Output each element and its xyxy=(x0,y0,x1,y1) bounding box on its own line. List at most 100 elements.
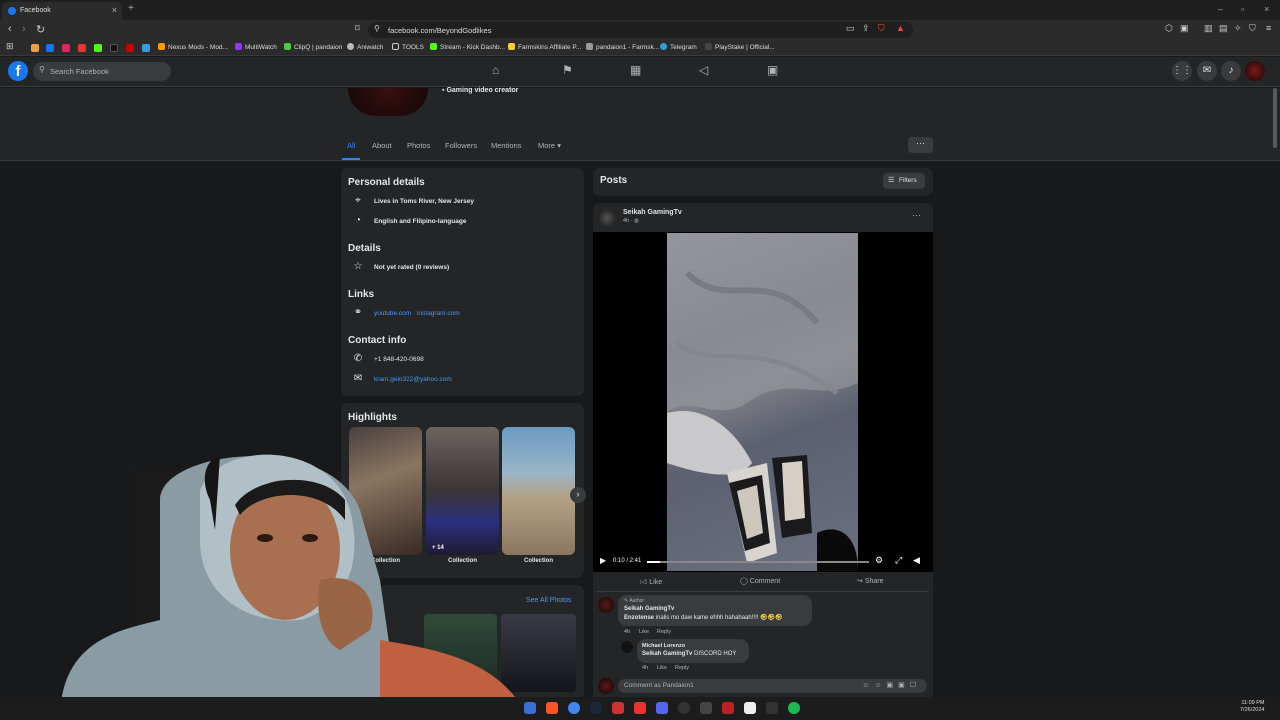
see-all-photos-link[interactable]: See All Photos xyxy=(526,597,572,604)
extensions-icon[interactable]: ⬡ xyxy=(1165,23,1173,34)
steam-icon[interactable] xyxy=(590,702,602,714)
bookmark-icon-3[interactable] xyxy=(62,44,70,52)
search-input[interactable]: ⚲ Search Facebook xyxy=(33,62,171,81)
post-author-name[interactable]: Seikah GamingTv xyxy=(623,209,682,216)
profile-options-button[interactable]: ··· xyxy=(908,137,933,153)
maximize-icon[interactable]: ▫ xyxy=(1241,4,1244,14)
comment-input[interactable]: Comment as Pandaion1 ☺☺▣▣☐ xyxy=(618,679,927,693)
bookmark-icon-7[interactable] xyxy=(126,44,134,52)
discord-icon[interactable] xyxy=(656,702,668,714)
vpn-icon[interactable]: ⛉ xyxy=(1249,23,1256,34)
highlight-thumbnail-1[interactable] xyxy=(349,427,422,555)
highlights-next-button[interactable]: › xyxy=(570,487,586,503)
bookmark-icon[interactable]: ⌑ xyxy=(355,23,360,34)
account-avatar[interactable] xyxy=(1245,61,1265,81)
comment-reply-link[interactable]: Reply xyxy=(657,629,671,635)
like-button[interactable]: 👍︎ Like xyxy=(640,577,662,586)
menu-icon[interactable]: ≡ xyxy=(1266,23,1271,33)
leo-icon[interactable]: ✧ xyxy=(1234,23,1242,34)
taskbar-app-icon-12[interactable] xyxy=(766,702,778,714)
volume-icon[interactable]: ◀ xyxy=(913,555,920,566)
bookmark-playstake[interactable]: PlayStake | Official... xyxy=(705,43,775,51)
bookmark-farmskins-affiliate[interactable]: Farmskins Affiliate P... xyxy=(508,43,581,51)
home-icon[interactable]: ⌂ xyxy=(492,63,499,77)
comment-like-link[interactable]: Like xyxy=(639,629,649,635)
marketplace-icon[interactable]: ▦ xyxy=(630,63,641,77)
close-tab-icon[interactable]: × xyxy=(112,5,117,15)
minimize-icon[interactable]: – xyxy=(1218,4,1223,14)
watch-video-icon[interactable]: ▣ xyxy=(767,63,778,77)
ads-megaphone-icon[interactable]: ◁ xyxy=(699,63,708,77)
links-value[interactable]: youtube.com · instagram.com xyxy=(374,310,460,317)
comment-button[interactable]: ◯ Comment xyxy=(740,577,780,585)
play-icon[interactable]: ▶ xyxy=(600,556,606,565)
photo-thumbnail-2[interactable] xyxy=(501,614,576,692)
highlight-thumbnail-2[interactable]: + 14 xyxy=(426,427,499,555)
bookmark-nexus-mods[interactable]: Nexus Mods - Mod... xyxy=(158,43,228,51)
bookmark-multiwatch[interactable]: MultiWatch xyxy=(235,43,277,51)
tabs-icon[interactable]: ▤ xyxy=(1219,23,1228,34)
bookmark-tools-folder[interactable]: TOOLS xyxy=(392,43,424,51)
kick-icon[interactable] xyxy=(94,44,102,52)
notifications-bell-icon[interactable]: ♪ xyxy=(1221,61,1241,81)
video-frame[interactable] xyxy=(667,233,858,571)
cast-icon[interactable]: ▭ xyxy=(846,23,855,34)
pages-flag-icon[interactable]: ⚑ xyxy=(562,63,573,77)
forward-icon[interactable]: › xyxy=(22,23,26,35)
post-options-icon[interactable]: ··· xyxy=(912,210,921,220)
facebook-bookmark-icon[interactable] xyxy=(46,44,54,52)
tab-mentions[interactable]: Mentions xyxy=(491,141,521,150)
page-scrollbar[interactable] xyxy=(1273,88,1277,148)
apps-grid-icon[interactable]: ⊞ xyxy=(6,41,14,52)
taskbar-app-icon-9[interactable] xyxy=(700,702,712,714)
reply-reply-link[interactable]: Reply xyxy=(675,665,689,671)
chrome-icon[interactable] xyxy=(568,702,580,714)
tiktok-icon[interactable] xyxy=(110,44,118,52)
youtube-icon[interactable] xyxy=(78,44,86,52)
share-button[interactable]: ↪ Share xyxy=(857,577,884,585)
wallet-icon[interactable]: ▣ xyxy=(1180,23,1189,34)
reload-icon[interactable]: ↻ xyxy=(36,23,45,36)
gmail-icon[interactable] xyxy=(31,44,39,52)
file-explorer-icon[interactable] xyxy=(524,702,536,714)
spotify-icon[interactable] xyxy=(788,702,800,714)
address-bar[interactable]: ⚲ facebook.com/BeyondGodlikes ▭ ⇪ ⛉ ▲ xyxy=(368,22,913,38)
post-timestamp[interactable]: 4h · ◍ xyxy=(623,218,639,224)
messenger-icon[interactable]: ✉ xyxy=(1197,61,1217,81)
taskbar-clock[interactable]: 11:09 PM 7/26/2024 xyxy=(1240,700,1264,714)
video-progress-bar[interactable] xyxy=(647,561,869,563)
settings-gear-icon[interactable]: ⚙ xyxy=(875,555,883,566)
tab-about[interactable]: About xyxy=(372,141,392,150)
bookmark-clipq[interactable]: ClipQ | pandaion xyxy=(284,43,342,51)
comment-avatar[interactable] xyxy=(598,597,614,613)
bookmark-icon-8[interactable] xyxy=(142,44,150,52)
photo-thumbnail-1[interactable] xyxy=(424,614,497,692)
menu-grid-icon[interactable]: ⋮⋮ xyxy=(1172,61,1192,81)
brave-icon[interactable] xyxy=(546,702,558,714)
sidebar-icon[interactable]: ▥ xyxy=(1204,23,1213,34)
taskbar-app-icon-8[interactable] xyxy=(678,702,690,714)
fullscreen-icon[interactable]: ⤢ xyxy=(895,555,902,566)
back-icon[interactable]: ‹ xyxy=(8,23,12,35)
bookmark-farmskins[interactable]: pandaion1 - Farmsk... xyxy=(586,43,659,51)
filters-button[interactable]: ☰ Filters xyxy=(883,173,925,189)
taskbar-app-icon-11[interactable] xyxy=(744,702,756,714)
bookmark-aniwatch[interactable]: Aniwatch xyxy=(347,43,383,51)
post-author-avatar[interactable] xyxy=(598,209,616,227)
brave-shield-icon[interactable]: ⛉ xyxy=(878,23,885,34)
tab-followers[interactable]: Followers xyxy=(445,141,477,150)
bookmark-telegram[interactable]: Telegram xyxy=(660,43,697,51)
taskbar-app-icon-6[interactable] xyxy=(634,702,646,714)
reply-like-link[interactable]: Like xyxy=(657,665,667,671)
browser-tab[interactable]: Facebook × xyxy=(2,2,122,20)
facebook-logo-icon[interactable]: f xyxy=(8,61,28,81)
email-link[interactable]: kram.gelo322@yahoo.com xyxy=(374,376,452,383)
close-window-icon[interactable]: × xyxy=(1264,4,1269,14)
comment-author-name[interactable]: Seikah GamingTv xyxy=(624,606,674,612)
reply-avatar[interactable] xyxy=(621,641,633,653)
rewards-icon[interactable]: ▲ xyxy=(896,23,905,33)
taskbar-app-icon-5[interactable] xyxy=(612,702,624,714)
bookmark-kick-dashboard[interactable]: Stream - Kick Dashb... xyxy=(430,43,505,51)
tab-photos[interactable]: Photos xyxy=(407,141,430,150)
tab-more[interactable]: More ▾ xyxy=(538,141,561,150)
